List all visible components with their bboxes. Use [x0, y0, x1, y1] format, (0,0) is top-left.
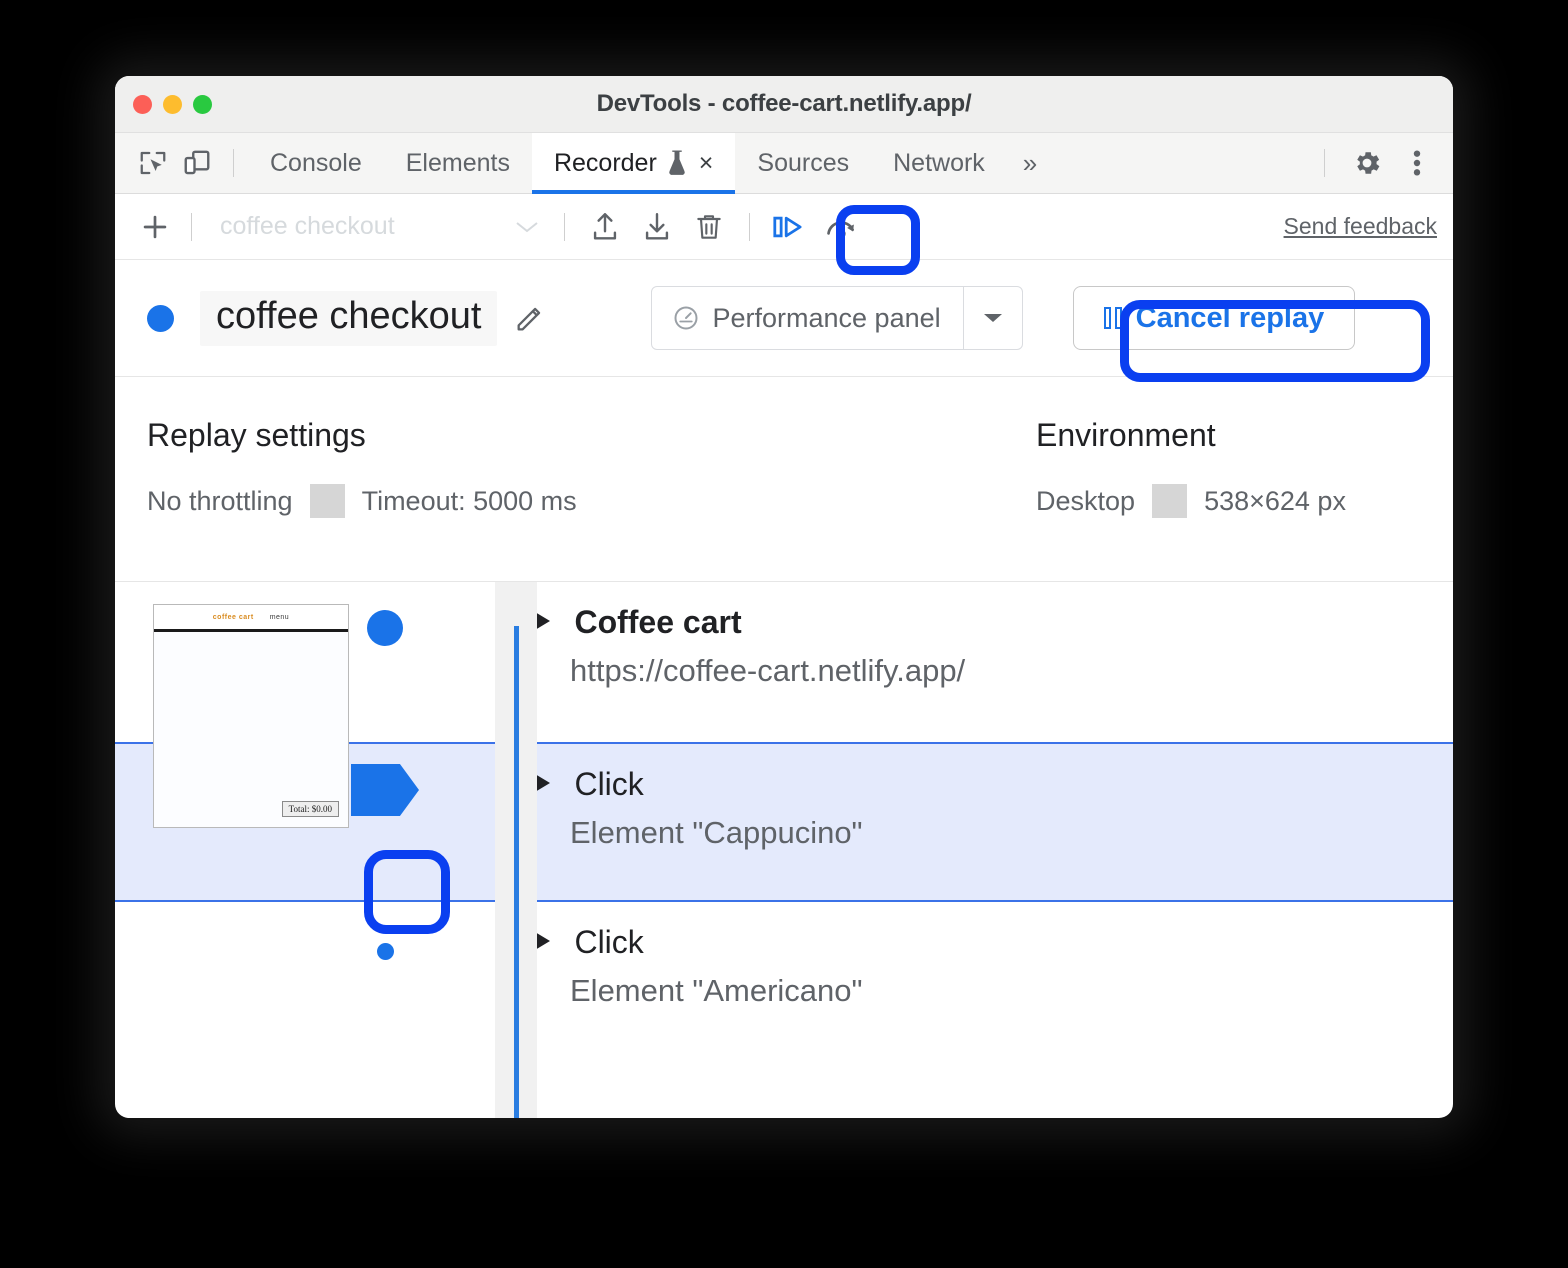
performance-gauge-icon	[672, 304, 700, 332]
replay-settings-column: Replay settings No throttling Timeout: 5…	[147, 417, 1036, 581]
minimize-window-button[interactable]	[163, 95, 182, 114]
step-row[interactable]: Click Element "Americano"	[115, 902, 1453, 1062]
tab-label: Console	[270, 149, 362, 178]
tabstrip-right-tools	[1310, 141, 1453, 185]
step-replay-icon[interactable]	[764, 203, 816, 251]
devtools-tabstrip: Console Elements Recorder × Sources Netw…	[115, 133, 1453, 194]
expand-step-icon[interactable]	[535, 612, 550, 630]
tab-label: Sources	[757, 149, 849, 178]
cancel-replay-label: Cancel replay	[1136, 302, 1325, 335]
expand-step-icon[interactable]	[535, 932, 550, 950]
recording-name[interactable]: coffee checkout	[200, 291, 497, 346]
step-title: Coffee cart	[574, 604, 741, 640]
tab-label: Network	[893, 149, 985, 178]
toolbar-divider-3	[564, 213, 565, 241]
measure-performance-icon[interactable]	[816, 203, 868, 251]
close-icon[interactable]: ×	[699, 151, 714, 176]
step-title: Click	[574, 924, 643, 960]
devtools-window: DevTools - coffee-cart.netlify.app/ Cons…	[115, 76, 1453, 1118]
toolbar-divider-right	[1324, 149, 1325, 177]
current-step-marker[interactable]	[351, 764, 419, 816]
cancel-replay-wrap: Cancel replay	[1073, 286, 1356, 350]
step-marker-dot[interactable]	[364, 930, 406, 972]
timeout-value[interactable]: Timeout: 5000 ms	[345, 486, 594, 517]
flask-icon	[666, 150, 688, 176]
chevron-down-icon[interactable]	[963, 287, 1022, 349]
window-titlebar: DevTools - coffee-cart.netlify.app/	[115, 76, 1453, 133]
value-divider	[1152, 484, 1187, 518]
close-window-button[interactable]	[133, 95, 152, 114]
delete-icon[interactable]	[683, 203, 735, 251]
tab-elements[interactable]: Elements	[384, 133, 532, 194]
screenshot-root: DevTools - coffee-cart.netlify.app/ Cons…	[0, 0, 1568, 1268]
maximize-window-button[interactable]	[193, 95, 212, 114]
inspect-element-icon[interactable]	[131, 141, 175, 185]
pause-icon	[1104, 307, 1122, 329]
pencil-icon[interactable]	[513, 301, 547, 335]
environment-values: Desktop 538×624 px	[1036, 484, 1363, 518]
step-row[interactable]: coffee cart menu Total: $0.00 Coffee car…	[115, 582, 1453, 742]
screenshot-logo: coffee cart	[213, 614, 254, 621]
settings-section: Replay settings No throttling Timeout: 5…	[115, 377, 1453, 582]
toolbar-divider-2	[191, 213, 192, 241]
add-recording-button[interactable]	[133, 205, 177, 249]
step-title: Click	[574, 766, 643, 802]
timeline-rail	[514, 626, 519, 1118]
step-subtitle: Element "Americano"	[570, 973, 863, 1009]
screenshot-nav: menu	[270, 614, 290, 621]
import-icon[interactable]	[631, 203, 683, 251]
more-tabs-icon[interactable]: »	[1007, 148, 1053, 179]
recorder-toolbar: coffee checkout	[115, 194, 1453, 260]
step-content: Coffee cart https://coffee-cart.netlify.…	[535, 582, 965, 689]
device-value: Desktop	[1036, 486, 1152, 517]
step-screenshot[interactable]: coffee cart menu Total: $0.00	[153, 604, 349, 828]
recording-selector-label: coffee checkout	[220, 212, 514, 241]
step-marker-dot[interactable]	[367, 610, 403, 646]
step-title-row: Click	[535, 924, 863, 961]
export-icon[interactable]	[579, 203, 631, 251]
settings-gear-icon[interactable]	[1345, 141, 1389, 185]
recording-selector[interactable]: coffee checkout	[206, 212, 550, 241]
tab-label: Recorder	[554, 149, 657, 178]
replay-target-select[interactable]: Performance panel	[651, 286, 1022, 350]
throttling-value[interactable]: No throttling	[147, 486, 310, 517]
chevron-down-icon	[514, 219, 550, 235]
replay-settings-values: No throttling Timeout: 5000 ms	[147, 484, 1036, 518]
toolbar-divider-4	[749, 213, 750, 241]
tab-sources[interactable]: Sources	[735, 133, 871, 194]
step-title-row: Click	[535, 766, 863, 803]
tab-console[interactable]: Console	[248, 133, 384, 194]
screenshot-header: coffee cart menu	[154, 605, 348, 632]
step-subtitle: https://coffee-cart.netlify.app/	[570, 653, 965, 689]
replay-target-label: Performance panel	[712, 303, 940, 334]
step-subtitle: Element "Cappucino"	[570, 815, 863, 851]
screenshot-total: Total: $0.00	[282, 801, 339, 817]
send-feedback-link[interactable]: Send feedback	[1284, 213, 1437, 240]
tab-recorder[interactable]: Recorder ×	[532, 133, 735, 194]
tab-label: Elements	[406, 149, 510, 178]
toolbar-divider	[233, 149, 234, 177]
more-options-icon[interactable]	[1395, 141, 1439, 185]
window-controls	[133, 76, 212, 132]
value-divider	[310, 484, 345, 518]
replay-settings-heading: Replay settings	[147, 417, 1036, 454]
tab-network[interactable]: Network	[871, 133, 1007, 194]
replay-target-label-wrap: Performance panel	[652, 287, 962, 349]
environment-column: Environment Desktop 538×624 px	[1036, 417, 1363, 581]
window-title: DevTools - coffee-cart.netlify.app/	[597, 90, 972, 118]
step-content: Click Element "Americano"	[535, 902, 863, 1009]
recording-header: coffee checkout Performanc	[115, 260, 1453, 377]
environment-heading: Environment	[1036, 417, 1363, 454]
expand-step-icon[interactable]	[535, 774, 550, 792]
cancel-replay-button[interactable]: Cancel replay	[1073, 286, 1356, 350]
step-title-row: Coffee cart	[535, 604, 965, 641]
viewport-value: 538×624 px	[1187, 486, 1363, 517]
steps-list: coffee cart menu Total: $0.00 Coffee car…	[115, 582, 1453, 1118]
recording-status-indicator	[147, 305, 174, 332]
device-toolbar-icon[interactable]	[175, 141, 219, 185]
step-content: Click Element "Cappucino"	[535, 744, 863, 851]
